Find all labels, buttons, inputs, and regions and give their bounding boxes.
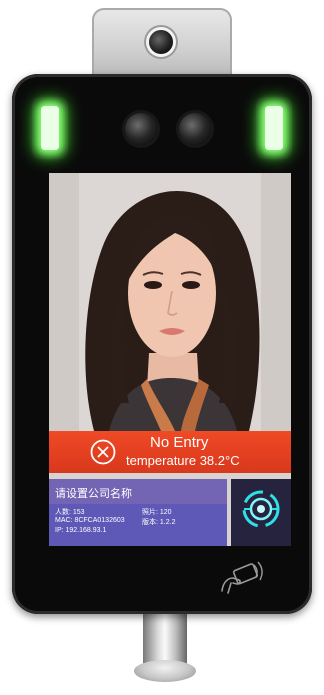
display-screen: No Entry temperature 38.2°C 请设置公司名称 人数: … (49, 173, 291, 546)
company-name: 请设置公司名称 (55, 488, 132, 500)
camera-right (179, 113, 211, 145)
camera-feed-face (49, 173, 291, 431)
nfc-card-tap-icon[interactable] (216, 558, 268, 598)
face-scan-icon (242, 490, 280, 528)
fill-light-right (256, 97, 292, 159)
device-info-panel: 人数: 153 照片: 120 MAC: 8CFCA0132603 版本: 1.… (49, 504, 227, 546)
access-denied-banner: No Entry temperature 38.2°C (49, 431, 291, 473)
face-scan-panel (231, 479, 291, 546)
ip-address: IP: 192.168.93.1 (55, 527, 107, 534)
thermal-sensor-module (92, 8, 232, 80)
fill-light-left (32, 97, 68, 159)
camera-left (125, 113, 157, 145)
photo-count: 照片: 120 (142, 509, 172, 516)
people-count: 人数: 153 (55, 509, 85, 516)
company-name-bar: 请设置公司名称 (49, 479, 227, 504)
mac-address: MAC: 8CFCA0132603 (55, 517, 125, 524)
alert-title: No Entry (150, 434, 209, 451)
firmware-version: 版本: 1.2.2 (142, 519, 176, 526)
close-circle-icon (90, 439, 116, 465)
temperature-reading: temperature 38.2°C (126, 453, 240, 468)
stand-base (134, 660, 196, 682)
thermal-lens (149, 30, 173, 54)
